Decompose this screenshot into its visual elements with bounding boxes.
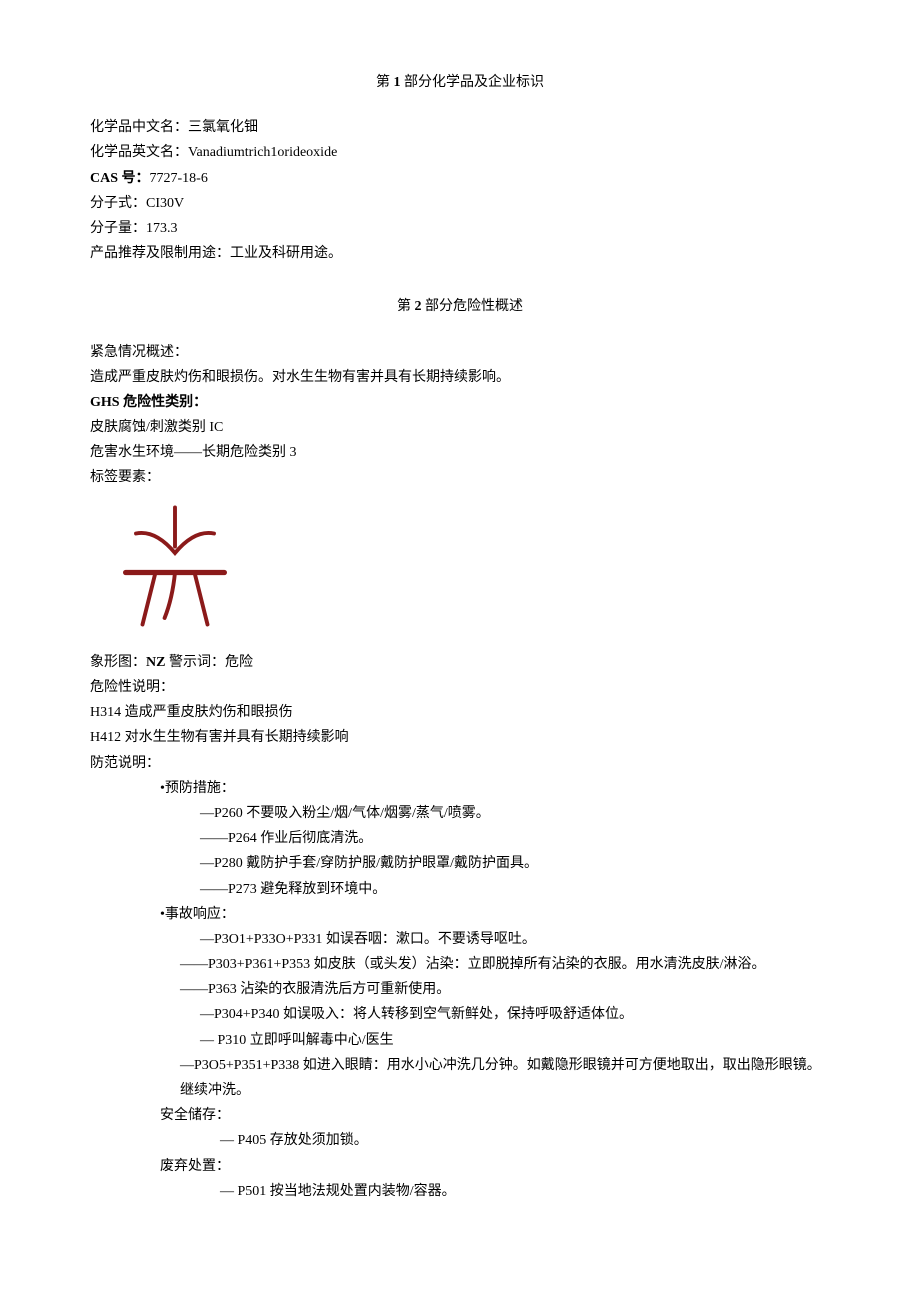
formula: 分子式：CI30V <box>90 191 830 216</box>
p264: ——P264 作业后彻底清洗。 <box>200 826 830 851</box>
chem-name-cn: 化学品中文名：三氯氧化钿 <box>90 115 830 140</box>
p280: —P280 戴防护手套/穿防护服/戴防护眼罩/戴防护面具。 <box>200 851 830 876</box>
label-elements: 标签要素： <box>90 465 830 490</box>
prevention-label: •预防措施： <box>160 776 830 801</box>
emergency-label: 紧急情况概述： <box>90 340 830 365</box>
title-text: 第 <box>376 75 394 90</box>
h314: H314 造成严重皮肤灼伤和眼损伤 <box>90 700 830 725</box>
precaution-label: 防范说明： <box>90 751 830 776</box>
product-use: 产品推荐及限制用途：工业及科研用途。 <box>90 241 830 266</box>
emergency-value: 造成严重皮肤灼伤和眼损伤。对水生生物有害并具有长期持续影响。 <box>90 365 830 390</box>
title-num: 1 <box>394 75 401 90</box>
section-1-title: 第 1 部分化学品及企业标识 <box>90 70 830 95</box>
ghs-label: GHS 危险性类别： <box>90 390 830 415</box>
title-num: 2 <box>415 299 422 314</box>
title-suffix: 部分危险性概述 <box>422 299 524 314</box>
p301: —P3O1+P33O+P331 如误吞咽：漱口。不要诱导呕吐。 <box>200 927 830 952</box>
ghs-line1: 皮肤腐蚀/刺激类别 IC <box>90 415 830 440</box>
p501: — P501 按当地法规处置内装物/容器。 <box>220 1179 830 1204</box>
p310: — P310 立即呼叫解毒中心/医生 <box>200 1028 830 1053</box>
title-text: 第 <box>397 299 415 314</box>
p260: —P260 不要吸入粉尘/烟/气体/烟雾/蒸气/喷雾。 <box>200 801 830 826</box>
hazard-pictogram-icon <box>110 501 240 631</box>
p273: ——P273 避免释放到环境中。 <box>200 877 830 902</box>
hazard-statement-label: 危险性说明： <box>90 675 830 700</box>
p305: —P3O5+P351+P338 如进入眼睛：用水小心冲洗几分钟。如戴隐形眼镜并可… <box>180 1053 830 1103</box>
response-label: •事故响应： <box>160 902 830 927</box>
p405: — P405 存放处须加锁。 <box>220 1128 830 1153</box>
h412: H412 对水生生物有害并具有长期持续影响 <box>90 725 830 750</box>
ghs-line2: 危害水生环境——长期危险类别 3 <box>90 440 830 465</box>
p363: ——P363 沾染的衣服清洗后方可重新使用。 <box>180 977 830 1002</box>
storage-label: 安全储存： <box>160 1103 830 1128</box>
p304: —P304+P340 如误吸入：将人转移到空气新鲜处，保持呼吸舒适体位。 <box>200 1002 830 1027</box>
cas-number: CAS 号：7727-18-6 <box>90 166 830 191</box>
molecular-weight: 分子量：173.3 <box>90 216 830 241</box>
section-2-title: 第 2 部分危险性概述 <box>90 294 830 319</box>
pictogram-signal-line: 象形图：NZ 警示词：危险 <box>90 650 830 675</box>
disposal-label: 废弃处置： <box>160 1154 830 1179</box>
p303: ——P303+P361+P353 如皮肤（或头发）沾染：立即脱掉所有沾染的衣服。… <box>180 952 830 977</box>
chem-name-en: 化学品英文名：Vanadiumtrich1orideoxide <box>90 140 830 165</box>
title-suffix: 部分化学品及企业标识 <box>401 75 545 90</box>
